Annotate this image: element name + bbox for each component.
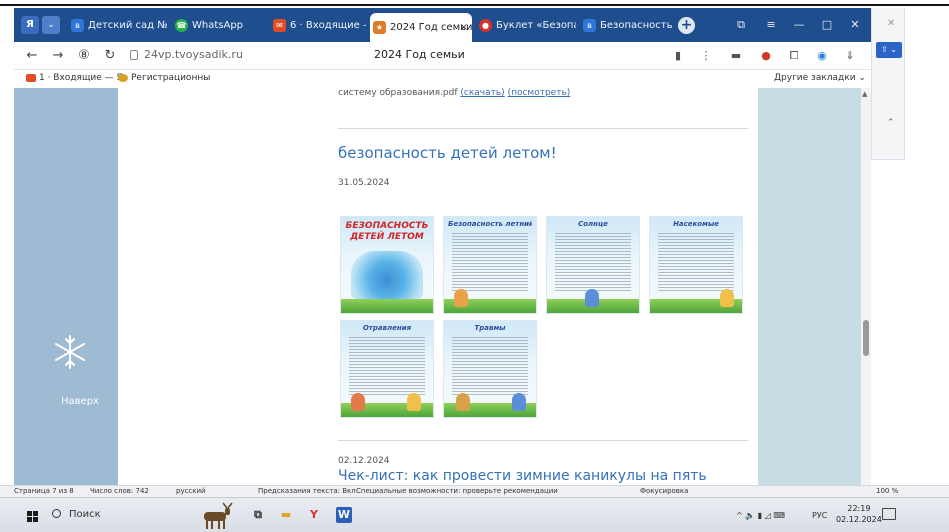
tab-mail[interactable]: ✉ 6 · Входящие — Я	[270, 15, 366, 37]
page-counter[interactable]: Страница 7 из 8	[14, 487, 74, 495]
bookmark-inbox[interactable]: 1 · Входящие — Я	[26, 73, 123, 83]
left-sidebar: Наверх	[14, 88, 118, 493]
whatsapp-icon: ☎	[175, 19, 188, 32]
lock-icon	[130, 50, 138, 60]
thumbnail-sun[interactable]: Солнце	[546, 216, 640, 314]
url-field[interactable]: 24vp.tvoysadik.ru	[144, 48, 243, 61]
browser-logo-icon[interactable]: Я	[21, 16, 39, 34]
chevron-up-icon[interactable]: ⌃	[887, 118, 895, 128]
more-icon[interactable]: ⋮	[698, 48, 714, 64]
page-scrollbar[interactable]: ▲	[861, 88, 871, 493]
text-prediction[interactable]: Предсказания текста: Вкл	[258, 487, 356, 495]
word-status-bar: Страница 7 из 8 Число слов: 742 русский …	[0, 485, 949, 497]
main-content: систему образования.pdf (скачать) (посмо…	[118, 88, 758, 493]
post-date: 31.05.2024	[338, 178, 390, 188]
browser-window: Я ⌄ в Детский сад № 24 ☎ WhatsApp ✉ 6 · …	[14, 8, 871, 493]
word-icon[interactable]: W	[336, 507, 352, 523]
vk-icon: в	[583, 19, 596, 32]
top-divider	[0, 4, 949, 6]
chevron-up-icon[interactable]: ▲	[862, 90, 867, 98]
screen: Я ⌄ в Детский сад № 24 ☎ WhatsApp ✉ 6 · …	[0, 0, 949, 532]
divider	[338, 128, 748, 129]
chevron-down-icon[interactable]: ⌄	[42, 16, 60, 34]
emblem-icon	[118, 73, 128, 82]
thumbnail-poisoning[interactable]: Отравления	[340, 320, 434, 418]
focus-mode[interactable]: Фокусировка	[640, 487, 688, 495]
protect-icon[interactable]: ⑧	[74, 47, 94, 65]
red-icon: ●	[479, 19, 492, 32]
profile-icon[interactable]: ●	[758, 48, 774, 64]
menu-icon[interactable]: ≡	[760, 16, 782, 34]
thumbnail-injuries[interactable]: Травмы	[443, 320, 537, 418]
bookmark-icon[interactable]: ▮	[670, 48, 686, 64]
tab-safety[interactable]: в Безопасность дет	[580, 15, 676, 37]
search-icon	[52, 509, 61, 518]
thumbnail-summer[interactable]: Безопасность летний период	[443, 216, 537, 314]
clock[interactable]: 22:19 02.12.2024	[836, 503, 882, 525]
word-side-panel: ✕ ⇪ ⌄ ⌃	[871, 8, 949, 485]
windows-start-icon[interactable]	[27, 511, 38, 522]
share-button[interactable]: ⇪ ⌄	[876, 42, 902, 58]
accessibility-status[interactable]: Специальные возможности: проверьте реком…	[356, 487, 558, 495]
divider	[338, 440, 748, 441]
download-link[interactable]: (скачать)	[460, 88, 504, 98]
doc-icon: ★	[373, 21, 386, 34]
collections-icon[interactable]: ⧠	[786, 48, 802, 64]
back-arrow-icon[interactable]: ←	[22, 47, 42, 65]
explorer-icon[interactable]: ▬	[278, 507, 294, 523]
maximize-button[interactable]: □	[816, 16, 838, 34]
yandex-icon[interactable]: Y	[306, 507, 322, 523]
snowflake-icon	[55, 335, 85, 369]
minimize-button[interactable]: —	[788, 16, 810, 34]
tab-bar: Я ⌄ в Детский сад № 24 ☎ WhatsApp ✉ 6 · …	[14, 8, 871, 42]
page-title: 2024 Год семьи	[374, 48, 465, 61]
reload-icon[interactable]: ↻	[100, 47, 120, 65]
word-ribbon: ✕ ⇪ ⌄ ⌃	[871, 8, 905, 160]
view-link[interactable]: (посмотреть)	[508, 88, 571, 98]
bookmarks-bar: 1 · Входящие — Я Регистрационны Другие з…	[14, 70, 871, 88]
extension-icon[interactable]: ▬	[728, 48, 744, 64]
tab-kindergarten[interactable]: в Детский сад № 24	[68, 15, 168, 37]
close-icon[interactable]: ✕	[887, 18, 895, 29]
post-title-link[interactable]: безопасность детей летом!	[338, 144, 557, 162]
taskbar-search[interactable]: Поиск	[52, 509, 101, 520]
close-icon[interactable]: ×	[460, 13, 468, 42]
tray-icons[interactable]: ^ 🔈 ▮ ◿ ⌨	[736, 511, 785, 520]
forward-arrow-icon[interactable]: →	[48, 47, 68, 65]
next-post-date: 02.12.2024	[338, 456, 390, 466]
new-tab-button[interactable]: +	[678, 17, 695, 34]
vk-icon: в	[71, 19, 84, 32]
task-view-icon[interactable]: ⧉	[250, 507, 266, 523]
tab-active[interactable]: ★ 2024 Год семьи ×	[370, 13, 472, 42]
language[interactable]: русский	[176, 487, 206, 495]
word-count[interactable]: Число слов: 742	[90, 487, 149, 495]
slide-illustration	[351, 251, 423, 299]
mail-icon	[26, 73, 36, 82]
previous-post-text: систему образования.pdf (скачать) (посмо…	[338, 88, 571, 98]
tabs-icon[interactable]: ⧉	[730, 16, 752, 34]
zoom-level[interactable]: 100 %	[876, 487, 898, 495]
notification-icon[interactable]	[882, 508, 896, 520]
bookmark-registration[interactable]: Регистрационны	[118, 73, 210, 83]
tab-whatsapp[interactable]: ☎ WhatsApp	[172, 15, 260, 37]
download-icon[interactable]: ◉	[814, 48, 830, 64]
other-bookmarks[interactable]: Другие закладки ⌄	[774, 73, 866, 83]
moose-icon	[204, 502, 233, 529]
address-bar: ← → ⑧ ↻ 24vp.tvoysadik.ru 2024 Год семьи…	[14, 42, 871, 70]
right-sidebar	[758, 88, 861, 493]
thumbnail-cover[interactable]: БЕЗОПАСНОСТЬ ДЕТЕЙ ЛЕТОМ	[340, 216, 434, 314]
downloads-badge-icon[interactable]: ⇓	[842, 48, 858, 64]
web-page: Наверх систему образования.pdf (скачать)…	[14, 88, 871, 493]
thumbnail-insects[interactable]: Насекомые	[649, 216, 743, 314]
taskbar: Поиск ⧉ ▬ Y W ^ 🔈 ▮ ◿ ⌨ РУС 22:19 02.12.…	[0, 497, 949, 532]
tab-booklet[interactable]: ● Буклет «Безопасн	[476, 15, 576, 37]
back-to-top-link[interactable]: Наверх	[61, 396, 99, 407]
input-language[interactable]: РУС	[812, 511, 827, 520]
mail-icon: ✉	[273, 19, 286, 32]
scrollbar-thumb[interactable]	[863, 320, 869, 356]
close-window-button[interactable]: ✕	[844, 16, 866, 34]
